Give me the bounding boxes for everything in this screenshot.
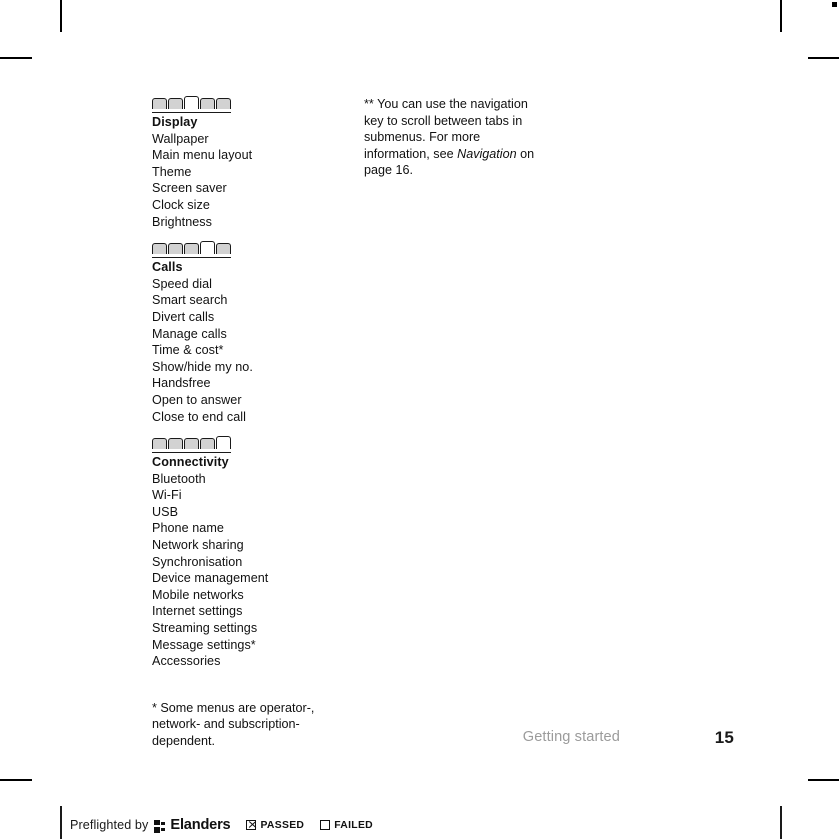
menu-overview-left-column: Display Wallpaper Main menu layout Theme… bbox=[152, 96, 348, 750]
list-item[interactable]: Mobile networks bbox=[152, 587, 348, 604]
elanders-logo-icon bbox=[154, 819, 167, 833]
tab-4-selected[interactable] bbox=[200, 241, 215, 255]
tab-5[interactable] bbox=[216, 243, 231, 255]
tab-1[interactable] bbox=[152, 243, 167, 255]
preflight-passed-label: PASSED bbox=[260, 819, 305, 831]
preflight-content: Preflighted by Elanders PASSED FAILED bbox=[70, 817, 373, 833]
page-canvas: Display Wallpaper Main menu layout Theme… bbox=[0, 0, 839, 839]
tabstrip-baseline bbox=[152, 256, 231, 259]
menu-group-calls: Calls Speed dial Smart search Divert cal… bbox=[152, 230, 348, 425]
page-number: 15 bbox=[714, 728, 734, 747]
tabstrip-baseline bbox=[152, 111, 231, 113]
preflight-failed-checkbox[interactable]: FAILED bbox=[320, 820, 373, 831]
checkbox-checked-icon[interactable] bbox=[246, 820, 257, 830]
menu-group-connectivity: Connectivity Bluetooth Wi-Fi USB Phone n… bbox=[152, 425, 348, 670]
menu-item-list-display: Wallpaper Main menu layout Theme Screen … bbox=[152, 131, 348, 231]
tab-1[interactable] bbox=[152, 98, 167, 109]
footnote-navigation: ** You can use the navigation key to scr… bbox=[364, 96, 544, 179]
tab-5[interactable] bbox=[216, 98, 231, 109]
menu-group-display: Display Wallpaper Main menu layout Theme… bbox=[152, 96, 348, 230]
footer-section-label: Getting started bbox=[522, 729, 620, 745]
list-item[interactable]: Streaming settings bbox=[152, 620, 348, 637]
list-item[interactable]: Wi-Fi bbox=[152, 487, 348, 504]
list-item[interactable]: Theme bbox=[152, 164, 348, 181]
menu-group-title: Calls bbox=[152, 260, 183, 275]
list-item[interactable]: Handsfree bbox=[152, 375, 348, 392]
tab-2[interactable] bbox=[168, 243, 183, 255]
tabstrip-tabs bbox=[152, 241, 232, 255]
menu-group-title: Connectivity bbox=[152, 455, 229, 470]
list-item[interactable]: Smart search bbox=[152, 292, 348, 309]
tab-1[interactable] bbox=[152, 438, 167, 450]
list-item[interactable]: USB bbox=[152, 504, 348, 521]
list-item[interactable]: Phone name bbox=[152, 520, 348, 537]
list-item[interactable]: Bluetooth bbox=[152, 471, 348, 488]
tab-3-selected[interactable] bbox=[184, 96, 199, 109]
tabstrip-calls bbox=[152, 230, 232, 259]
tab-4[interactable] bbox=[200, 98, 215, 109]
list-item[interactable]: Divert calls bbox=[152, 309, 348, 326]
list-item[interactable]: Speed dial bbox=[152, 276, 348, 293]
page-footer: Getting started 15 bbox=[0, 728, 780, 759]
tabstrip-tabs bbox=[152, 96, 232, 109]
list-item[interactable]: Screen saver bbox=[152, 180, 348, 197]
menu-group-title: Display bbox=[152, 115, 198, 129]
preflight-prefix-label: Preflighted by bbox=[70, 818, 149, 832]
preflight-rule-left bbox=[60, 806, 62, 839]
list-item[interactable]: Synchronisation bbox=[152, 554, 348, 571]
preflight-bar: Preflighted by Elanders PASSED FAILED bbox=[0, 806, 839, 839]
tabstrip-baseline bbox=[152, 451, 231, 454]
tabstrip-tabs bbox=[152, 436, 232, 450]
preflight-failed-label: FAILED bbox=[334, 819, 373, 831]
tabstrip-display bbox=[152, 96, 232, 113]
checkbox-empty-icon[interactable] bbox=[320, 820, 331, 830]
tabstrip-connectivity bbox=[152, 425, 232, 454]
list-item[interactable]: Brightness bbox=[152, 214, 348, 231]
tab-3[interactable] bbox=[184, 243, 199, 255]
menu-item-list-calls: Speed dial Smart search Divert calls Man… bbox=[152, 276, 348, 425]
list-item[interactable]: Device management bbox=[152, 570, 348, 587]
list-item[interactable]: Internet settings bbox=[152, 603, 348, 620]
tab-4[interactable] bbox=[200, 438, 215, 450]
list-item[interactable]: Main menu layout bbox=[152, 147, 348, 164]
list-item[interactable]: Manage calls bbox=[152, 326, 348, 343]
menu-overview-right-column: ** You can use the navigation key to scr… bbox=[364, 96, 544, 179]
cross-reference-navigation[interactable]: Navigation bbox=[457, 147, 517, 161]
list-item[interactable]: Open to answer bbox=[152, 392, 348, 409]
tab-2[interactable] bbox=[168, 98, 183, 109]
tab-5-selected[interactable] bbox=[216, 436, 231, 450]
list-item[interactable]: Message settings* bbox=[152, 637, 348, 654]
list-item[interactable]: Close to end call bbox=[152, 409, 348, 426]
list-item[interactable]: Network sharing bbox=[152, 537, 348, 554]
preflight-rule-right bbox=[780, 806, 782, 839]
elanders-brand-label: Elanders bbox=[170, 817, 231, 833]
menu-item-list-connectivity: Bluetooth Wi-Fi USB Phone name Network s… bbox=[152, 471, 348, 670]
tab-2[interactable] bbox=[168, 438, 183, 450]
list-item[interactable]: Show/hide my no. bbox=[152, 359, 348, 376]
list-item[interactable]: Accessories bbox=[152, 653, 348, 670]
list-item[interactable]: Time & cost* bbox=[152, 342, 348, 359]
list-item[interactable]: Clock size bbox=[152, 197, 348, 214]
list-item[interactable]: Wallpaper bbox=[152, 131, 348, 148]
preflight-passed-checkbox[interactable]: PASSED bbox=[246, 820, 304, 831]
tab-3[interactable] bbox=[184, 438, 199, 450]
